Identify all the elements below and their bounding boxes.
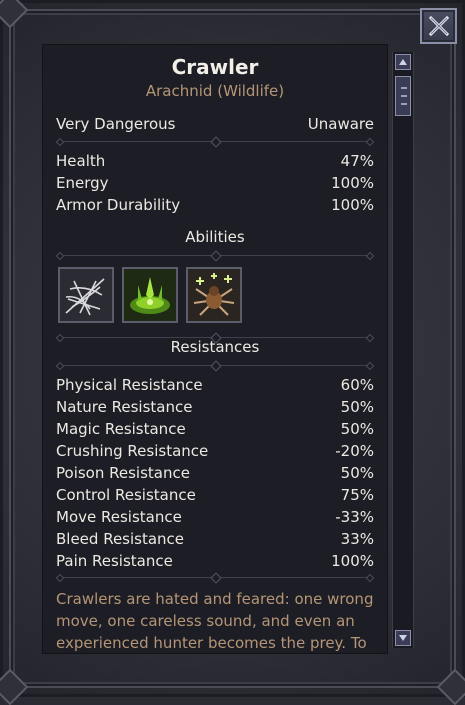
poison-pool-icon [124,269,176,321]
resistance-value: 75% [340,486,374,504]
resistance-label: Control Resistance [56,486,196,504]
creature-name: Crawler [171,55,259,79]
resistance-value: 50% [340,398,374,416]
close-button[interactable] [420,8,457,44]
resistance-row: Bleed Resistance 33% [56,530,374,550]
divider [55,573,375,583]
vital-value: 100% [331,196,374,214]
divider [55,251,375,261]
resistance-label: Pain Resistance [56,552,173,570]
vital-value: 47% [340,152,374,170]
ability-slot-spawn[interactable] [186,267,242,323]
creature-description: Crawlers are hated and feared: one wrong… [56,588,378,653]
abilities-heading: Abilities [185,228,245,246]
creature-type: Arachnid (Wildlife) [145,82,285,100]
resistance-row: Control Resistance 75% [56,486,374,506]
resistance-row: Physical Resistance 60% [56,376,374,396]
vital-value: 100% [331,174,374,192]
awareness-state: Unaware [307,115,374,133]
vital-row: Health 47% [56,152,374,172]
description-line: experienced hunter becomes the prey. To [56,634,367,652]
resistance-value: 50% [340,464,374,482]
description-line: move, one careless sound, and even an [56,612,355,630]
resistance-value: 100% [331,552,374,570]
resistance-row: Pain Resistance 100% [56,552,374,572]
resistance-label: Magic Resistance [56,420,186,438]
ability-slot-web[interactable] [58,267,114,323]
resistance-label: Bleed Resistance [56,530,185,548]
resistance-label: Move Resistance [56,508,182,526]
divider [55,361,375,371]
vital-label: Energy [56,174,109,192]
scroll-up-button[interactable] [395,54,411,70]
scroll-thumb[interactable] [395,76,411,116]
arrow-down-icon [399,635,407,641]
resistance-row: Magic Resistance 50% [56,420,374,440]
resistances-heading: Resistances [170,338,260,356]
scrollbar[interactable] [392,52,414,648]
description-line: Crawlers are hated and feared: one wrong [56,590,374,608]
resistance-value: 60% [340,376,374,394]
vital-label: Health [56,152,106,170]
arrow-up-icon [399,59,407,65]
spider-spawn-icon [188,269,240,321]
resistance-row: Crushing Resistance -20% [56,442,374,462]
threat-row: Very Dangerous Unaware [56,115,374,135]
resistance-label: Physical Resistance [56,376,203,394]
resistance-row: Nature Resistance 50% [56,398,374,418]
danger-level: Very Dangerous [56,115,176,133]
vital-row: Armor Durability 100% [56,196,374,216]
resistance-label: Poison Resistance [56,464,190,482]
resistance-row: Move Resistance -33% [56,508,374,528]
ability-slot-poison[interactable] [122,267,178,323]
resistance-label: Crushing Resistance [56,442,209,460]
scroll-down-button[interactable] [395,630,411,646]
web-icon [60,269,112,321]
resistance-value: 50% [340,420,374,438]
vital-row: Energy 100% [56,174,374,194]
vital-label: Armor Durability [56,196,181,214]
creature-info-panel: Crawler Arachnid (Wildlife) Very Dangero… [42,44,388,654]
divider [55,137,375,147]
resistance-value: 33% [340,530,374,548]
close-icon [428,15,449,37]
resistance-value: -20% [335,442,374,460]
resistance-value: -33% [335,508,374,526]
resistance-label: Nature Resistance [56,398,193,416]
resistance-row: Poison Resistance 50% [56,464,374,484]
